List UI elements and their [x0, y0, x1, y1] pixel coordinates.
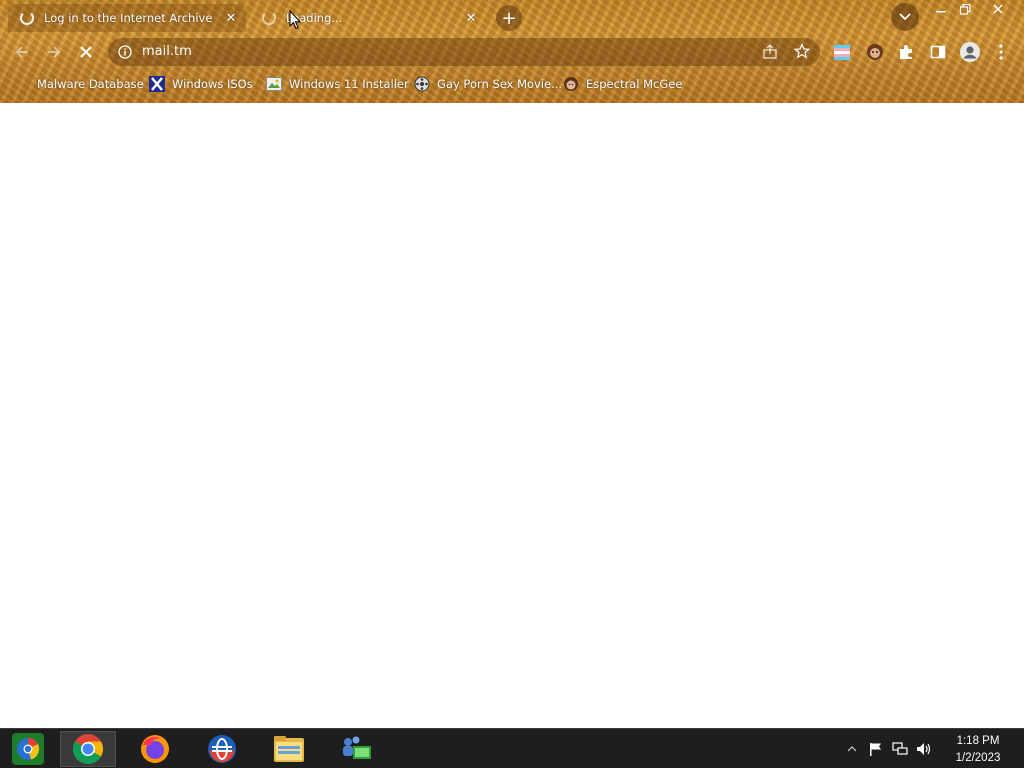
extension-flag-icon[interactable]: [832, 42, 852, 62]
speaker-icon: [917, 743, 931, 755]
url-text[interactable]: mail.tm: [142, 44, 192, 59]
taskbar-network-app[interactable]: [328, 731, 384, 767]
taskbar: 1:18 PM 1/2/2023: [0, 728, 1024, 768]
forward-button[interactable]: [43, 41, 65, 63]
trans-flag-icon: [834, 45, 850, 60]
new-tab-button[interactable]: +: [496, 5, 522, 31]
puzzle-icon: [900, 45, 912, 59]
folder-icon: [274, 736, 304, 762]
taskbar-firefox[interactable]: [127, 731, 183, 767]
address-bar[interactable]: mail.tm: [108, 38, 820, 66]
extensions-puzzle-icon[interactable]: [896, 42, 916, 62]
flag-icon: [870, 743, 881, 756]
taskbar-file-explorer[interactable]: [261, 731, 317, 767]
stop-loading-button[interactable]: [75, 41, 97, 63]
loading-spinner-icon: [20, 11, 34, 25]
face-icon: [867, 44, 883, 60]
restore-icon: [959, 3, 971, 15]
volume-tray-icon[interactable]: [916, 741, 932, 757]
bookmark-star-icon[interactable]: [794, 43, 810, 59]
taskbar-chrome[interactable]: [60, 731, 116, 767]
folder-favicon-icon: [14, 76, 30, 92]
clock-date: 1/2/2023: [955, 752, 1001, 764]
stop-x-icon: [80, 46, 92, 58]
profile-avatar[interactable]: [958, 40, 982, 64]
tab-loading[interactable]: Loading... ✕: [250, 4, 486, 32]
arrow-left-icon: [15, 46, 28, 58]
menu-button[interactable]: [994, 42, 1008, 62]
tab-search-button[interactable]: [891, 3, 919, 31]
clock-time: 1:18 PM: [956, 735, 1000, 747]
sidebar-icon: [930, 45, 946, 59]
close-tab-icon[interactable]: ✕: [222, 9, 240, 27]
start-button[interactable]: [0, 731, 56, 767]
close-window-button[interactable]: [980, 0, 1016, 18]
bookmark-malware-database[interactable]: Malware Database: [14, 75, 144, 93]
image-favicon-icon: [266, 77, 282, 91]
action-center-flag-icon[interactable]: [868, 741, 884, 757]
minimize-button[interactable]: [928, 0, 954, 18]
minimize-icon: [936, 11, 946, 13]
bookmark-label: Windows ISOs: [172, 77, 253, 91]
network-icon: [892, 742, 908, 755]
loading-spinner-icon: [262, 11, 276, 25]
chevron-down-icon: [899, 13, 911, 21]
info-icon[interactable]: [118, 45, 132, 59]
browser-chrome: Log in to the Internet Archive ✕ Loading…: [0, 0, 1024, 103]
start-orb-icon: [12, 733, 44, 765]
more-vert-icon: [999, 44, 1003, 60]
close-tab-icon[interactable]: ✕: [462, 9, 480, 27]
bookmark-movie[interactable]: Gay Porn Sex Movie...: [414, 75, 562, 93]
mouse-cursor-icon: [289, 10, 301, 30]
arrow-right-icon: [48, 46, 61, 58]
profile-icon: [960, 42, 980, 62]
tab-title: Loading...: [286, 11, 343, 25]
face-favicon-icon: [564, 77, 578, 91]
x-favicon-icon: [149, 76, 165, 92]
bookmark-label: Espectral McGee: [586, 77, 683, 91]
tab-title: Log in to the Internet Archive: [44, 11, 213, 25]
network-people-icon: [343, 736, 371, 759]
network-tray-icon[interactable]: [892, 741, 908, 757]
firefox-icon: [141, 735, 169, 763]
opera-icon: [208, 735, 236, 763]
restore-button[interactable]: [952, 0, 978, 18]
taskbar-opera[interactable]: [194, 731, 250, 767]
chevron-up-icon: [848, 746, 856, 752]
bookmark-windows-isos[interactable]: Windows ISOs: [149, 75, 253, 93]
bookmark-espectral-mcgee[interactable]: Espectral McGee: [563, 75, 682, 93]
share-icon[interactable]: [762, 44, 778, 60]
bookmark-windows-11-installer[interactable]: Windows 11 Installer: [266, 75, 409, 93]
extension-avatar-icon[interactable]: [865, 42, 885, 62]
tab-internet-archive[interactable]: Log in to the Internet Archive ✕: [8, 4, 246, 32]
show-hidden-icons-button[interactable]: [844, 741, 860, 757]
bookmark-label: Malware Database: [37, 77, 144, 91]
system-clock[interactable]: 1:18 PM 1/2/2023: [944, 733, 1012, 767]
page-content: [0, 103, 1024, 728]
side-panel-icon[interactable]: [928, 42, 948, 62]
close-icon: [993, 4, 1003, 14]
back-button[interactable]: [11, 41, 33, 63]
bookmark-label: Gay Porn Sex Movie...: [437, 77, 563, 91]
film-favicon-icon: [414, 76, 430, 92]
chrome-icon: [72, 734, 104, 765]
bookmark-label: Windows 11 Installer: [289, 77, 409, 91]
